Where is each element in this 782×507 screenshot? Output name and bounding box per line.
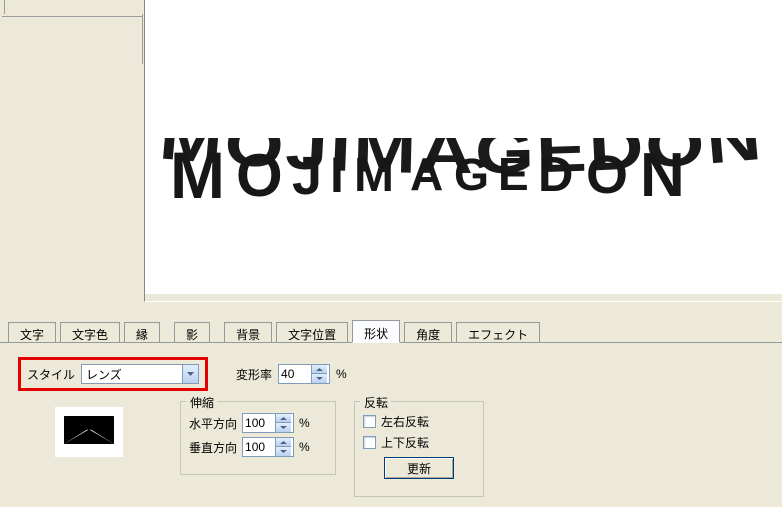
chevron-down-icon [187,372,194,376]
vscale-input[interactable] [243,439,275,455]
tab-angle[interactable]: 角度 [404,322,452,343]
tab-strip: 文字 文字色 縁 影 背景 文字位置 形状 角度 エフェクト [0,320,782,343]
tab-background[interactable]: 背景 [224,322,272,343]
svg-text:O: O [236,142,283,209]
style-input[interactable] [82,365,182,383]
scale-groupbox: 伸縮 水平方向 % 垂直方向 % [180,401,336,475]
vscale-spinner[interactable] [242,437,294,457]
svg-text:G: G [454,149,489,200]
tab-effect[interactable]: エフェクト [456,322,540,343]
tab-text-position[interactable]: 文字位置 [276,322,348,343]
hscale-label: 水平方向 [189,415,237,432]
tab-shape[interactable]: 形状 [352,320,400,343]
deform-label: 変形率 [236,366,272,383]
hscale-up[interactable] [276,414,291,423]
update-button[interactable]: 更新 [384,457,454,479]
preview-canvas[interactable]: MOJIMAGEDON M O J I M A G E D [144,0,782,302]
tab-edge[interactable]: 縁 [124,322,160,343]
hscale-spinner[interactable] [242,413,294,433]
chevron-down-icon [316,377,323,380]
svg-text:A: A [410,148,443,200]
svg-text:M: M [354,149,394,202]
style-combo[interactable] [81,364,199,384]
bowtie-icon [62,414,116,450]
svg-text:N: N [640,141,685,210]
svg-text:I: I [330,147,344,203]
flip-groupbox: 反転 左右反転 上下反転 更新 [354,401,484,497]
tab-shadow[interactable]: 影 [174,322,210,343]
flip-lr-label: 左右反転 [381,413,429,430]
style-dropdown-button[interactable] [182,365,198,383]
scale-legend: 伸縮 [187,394,217,411]
sample-text-art: MOJIMAGEDON M O J I M A G E D [153,138,774,225]
vscale-down[interactable] [276,447,291,456]
svg-text:O: O [586,145,628,205]
vscale-up[interactable] [276,438,291,447]
tab-text[interactable]: 文字 [8,322,56,343]
style-label: スタイル [27,366,75,383]
style-row-highlight: スタイル [18,357,208,391]
chevron-up-icon [316,368,323,371]
flip-lr-checkbox[interactable] [363,415,376,428]
flip-ud-checkbox[interactable] [363,436,376,449]
deform-down[interactable] [312,374,327,383]
svg-text:E: E [498,148,529,200]
hscale-down[interactable] [276,423,291,432]
deform-input[interactable] [279,366,311,382]
deform-spinner[interactable] [278,364,330,384]
svg-text:J: J [292,146,322,206]
svg-text:M: M [170,138,225,212]
vscale-percent: % [299,440,310,454]
deform-up[interactable] [312,365,327,374]
style-thumbnail [55,407,123,457]
hscale-input[interactable] [243,415,275,431]
deform-percent: % [336,367,347,381]
flip-ud-label: 上下反転 [381,434,429,451]
canvas-area: MOJIMAGEDON M O J I M A G E D [0,0,782,311]
vscale-label: 垂直方向 [189,439,237,456]
flip-legend: 反転 [361,394,391,411]
shape-panel: スタイル 変形率 % 伸縮 [0,342,782,504]
hscale-percent: % [299,416,310,430]
tab-text-color[interactable]: 文字色 [60,322,120,343]
svg-text:D: D [538,148,573,202]
